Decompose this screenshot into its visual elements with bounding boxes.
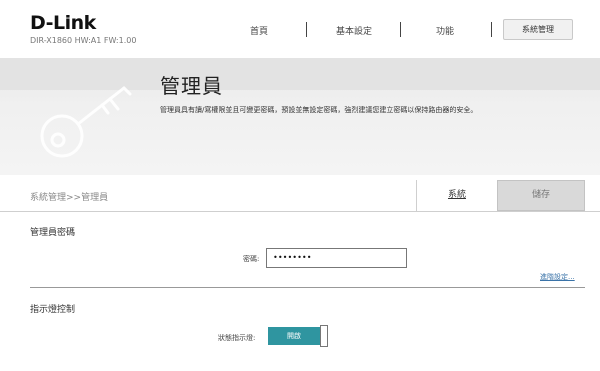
nav-basic-settings[interactable]: 基本設定 [336,24,372,37]
model-firmware-text: DIR-X1860 HW:A1 FW:1.00 [30,36,137,45]
tab-system[interactable]: 系統 [416,180,497,211]
breadcrumb-bar: 系統管理>>管理員 系統 儲存 [0,180,600,212]
page-description: 管理員具有讀/寫權限並且可變更密碼，預設並無設定密碼，強烈建議您建立密碼以保持路… [160,106,478,114]
nav-divider [400,22,401,37]
toggle-on-label[interactable]: 開啟 [268,327,320,345]
hero-banner: 管理員 管理員具有讀/寫權限並且可變更密碼，預設並無設定密碼，強烈建議您建立密碼… [0,58,600,175]
password-label: 密碼: [243,255,260,263]
led-control-section-title: 指示燈控制 [30,305,76,315]
save-button[interactable]: 儲存 [497,180,585,211]
dlink-logo: D-Link [30,12,96,34]
nav-divider [491,22,492,37]
advanced-settings-link[interactable]: 進階設定... [540,272,575,282]
page-title: 管理員 [160,74,223,98]
nav-divider [306,22,307,37]
section-divider [30,287,585,288]
nav-system-management[interactable]: 系統管理 [503,19,573,40]
breadcrumb: 系統管理>>管理員 [30,193,109,203]
status-led-label: 狀態指示燈: [218,334,256,342]
password-input[interactable]: •••••••• [266,248,407,268]
status-led-toggle[interactable]: 開啟 [268,325,330,347]
admin-password-section-title: 管理員密碼 [30,228,76,238]
toggle-knob[interactable] [320,325,328,347]
key-icon [40,86,132,158]
tab-system-label[interactable]: 系統 [448,190,466,200]
nav-features[interactable]: 功能 [436,24,454,37]
nav-home[interactable]: 首頁 [250,24,268,37]
top-header: D-Link DIR-X1860 HW:A1 FW:1.00 首頁 基本設定 功… [0,0,600,58]
